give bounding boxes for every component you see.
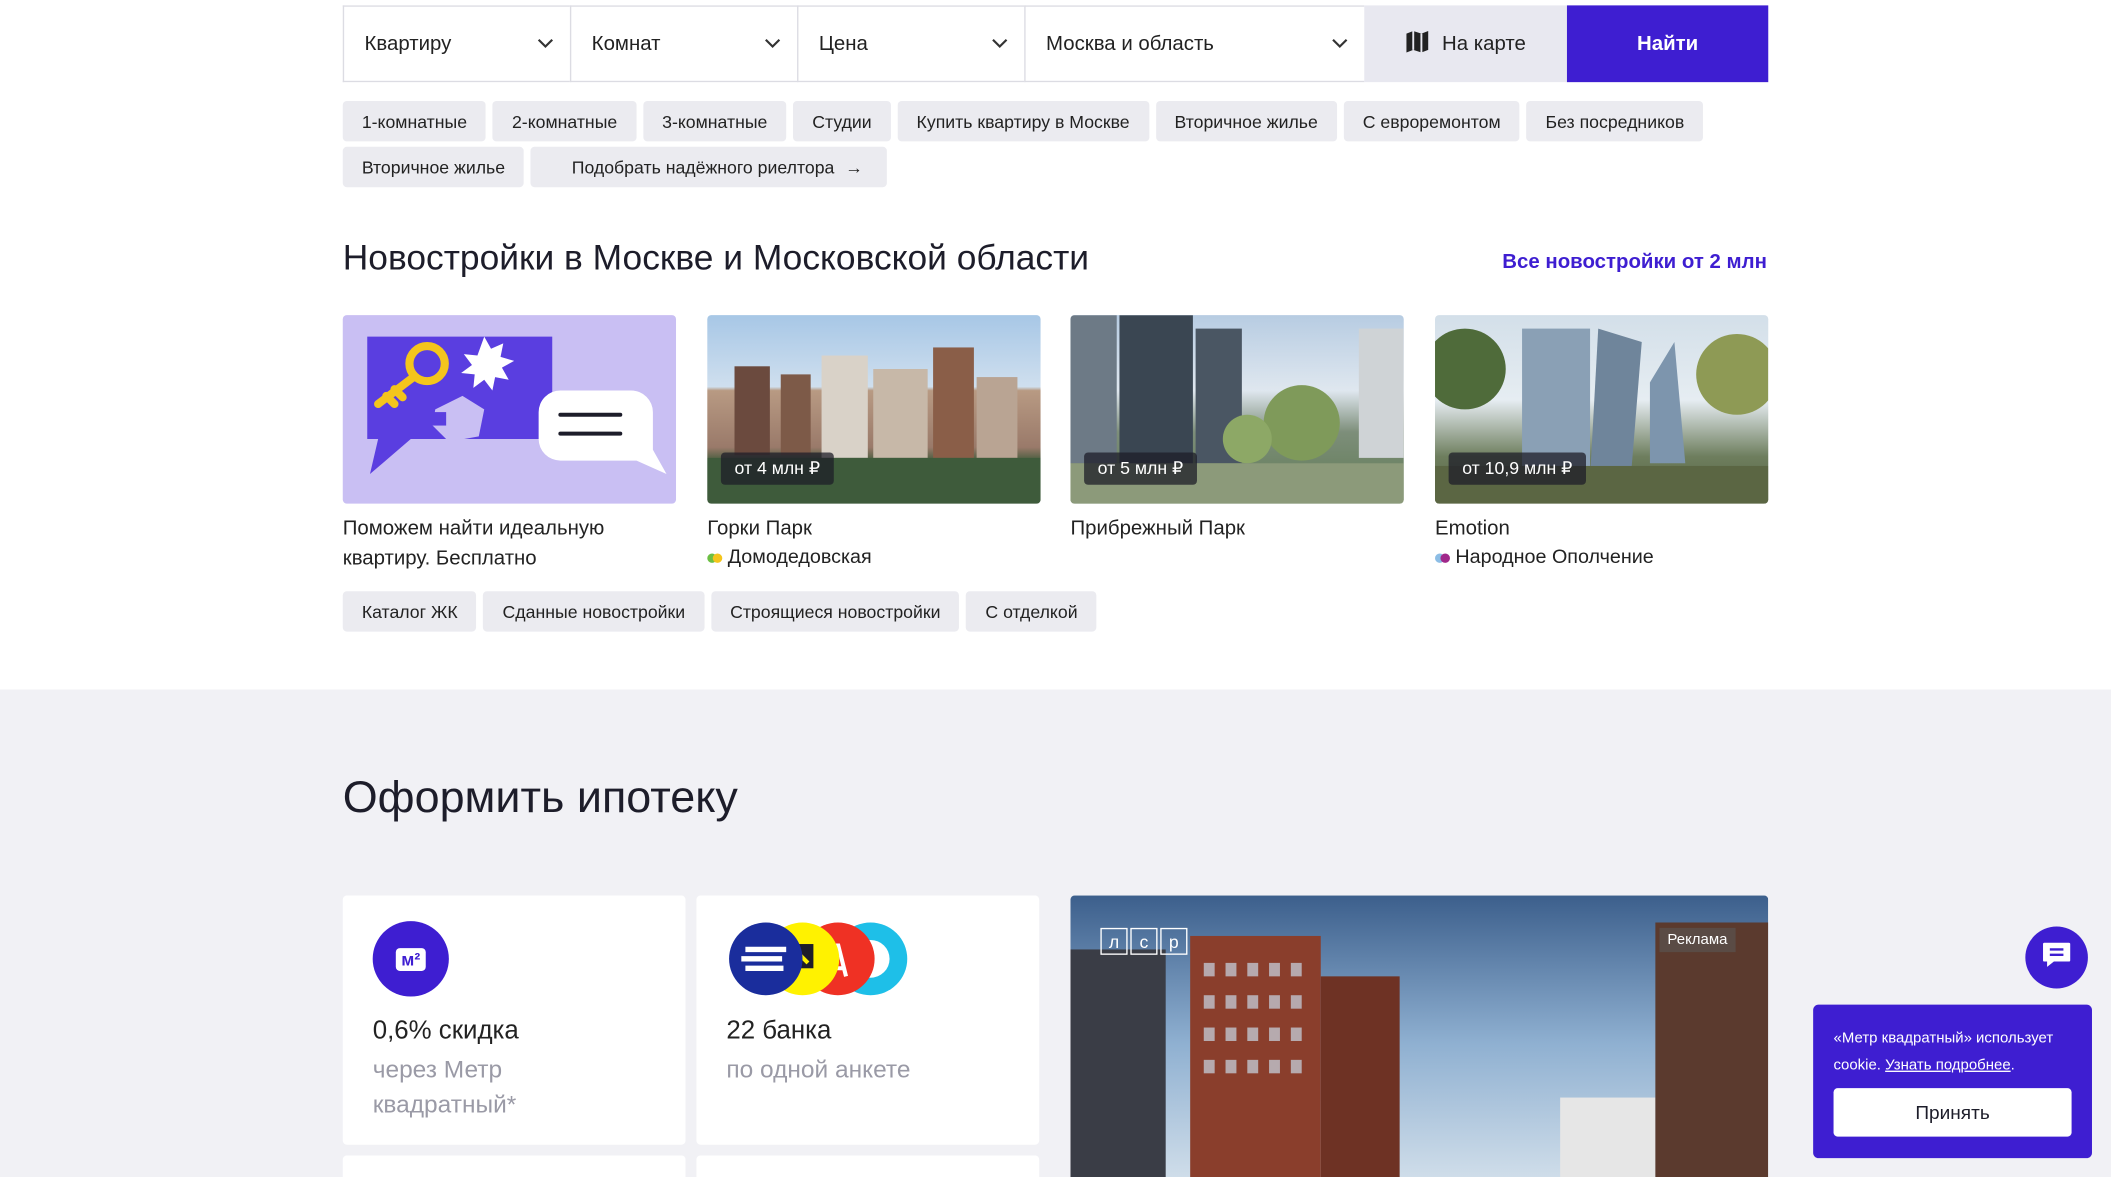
rooms-select[interactable]: Комнат xyxy=(569,5,798,83)
newbuild-name: Emotion xyxy=(1435,517,1510,541)
price-select[interactable]: Цена xyxy=(797,5,1025,83)
price-badge: от 10,9 млн ₽ xyxy=(1448,452,1587,485)
mortgage-section xyxy=(0,689,2111,1177)
metro-name: Народное Ополчение xyxy=(1455,546,1654,569)
chip-find-realtor[interactable]: Подобрать надёжного риелтора → xyxy=(530,146,888,188)
promo-text: Поможем найти идеальную квартиру. Беспла… xyxy=(342,517,605,570)
rooms-value: Комнат xyxy=(591,32,661,56)
find-realtor-label: Подобрать надёжного риелтора xyxy=(571,156,835,178)
map-icon xyxy=(1405,29,1429,59)
lsr-logo: л с р xyxy=(1100,927,1188,955)
newbuild-chips: Каталог ЖК Сданные новостройки Строящиес… xyxy=(342,591,1097,632)
property-type-select[interactable]: Квартиру xyxy=(342,5,570,83)
newbuilds-title: Новостройки в Москве и Московской област… xyxy=(342,237,1090,278)
promo-illustration xyxy=(342,315,677,504)
banks-logos-icon xyxy=(726,920,911,1005)
newbuild-card[interactable]: от 10,9 млн ₽ Emotion Народное Ополчение xyxy=(1435,315,1769,571)
mortgage-card-next[interactable] xyxy=(342,1155,686,1177)
quick-filters-row1: 1-комнатные 2-комнатные 3-комнатные Студ… xyxy=(342,101,1704,142)
chip-3-rooms[interactable]: 3-комнатные xyxy=(643,101,787,142)
metro-station: Домодедовская xyxy=(707,544,1040,571)
metr-logo-text: м² xyxy=(395,947,426,971)
chip-secondary-2[interactable]: Вторичное жилье xyxy=(342,146,525,188)
newbuild-card[interactable]: от 4 млн ₽ Горки Парк Домодедовская xyxy=(707,315,1041,571)
discount-title: 0,6% скидка xyxy=(372,1016,519,1046)
metro-line-icon xyxy=(1435,552,1450,563)
all-newbuilds-link[interactable]: Все новостройки от 2 млн xyxy=(1502,250,1767,273)
promo-card[interactable]: Поможем найти идеальную квартиру. Беспла… xyxy=(342,315,677,574)
mortgage-title: Оформить ипотеку xyxy=(342,771,738,822)
chip-1-rooms[interactable]: 1-комнатные xyxy=(342,101,487,142)
chip-with-finishing[interactable]: С отделкой xyxy=(966,591,1097,632)
chip-completed[interactable]: Сданные новостройки xyxy=(483,591,705,632)
mortgage-card-next[interactable] xyxy=(696,1155,1040,1177)
cookie-accept-button[interactable]: Принять xyxy=(1833,1088,2072,1137)
chip-buy-moscow[interactable]: Купить квартиру в Москве xyxy=(897,101,1149,142)
metro-name: Домодедовская xyxy=(727,546,872,569)
ad-label: Реклама xyxy=(1659,927,1736,953)
newbuild-card[interactable]: от 5 млн ₽ Прибрежный Парк xyxy=(1070,315,1404,544)
discount-subtitle: через Метр квадратный* xyxy=(372,1055,517,1118)
chat-button[interactable] xyxy=(2025,926,2088,989)
arrow-right-icon: → xyxy=(845,156,863,178)
banks-card[interactable]: 22 банка по одной анкете xyxy=(696,895,1040,1145)
metro-station: Народное Ополчение xyxy=(1435,544,1768,571)
quick-filters-row2: Вторичное жилье Подобрать надёжного риел… xyxy=(342,146,888,188)
newbuild-name: Горки Парк xyxy=(707,517,812,541)
chevron-down-icon xyxy=(992,37,1008,50)
metr-logo-icon: м² xyxy=(372,921,449,997)
ad-banner[interactable]: л с р Реклама xyxy=(1070,895,1769,1177)
map-button[interactable]: На карте xyxy=(1364,5,1567,83)
banks-title: 22 банка xyxy=(726,1016,832,1046)
price-badge: от 4 млн ₽ xyxy=(720,452,834,485)
chip-under-construction[interactable]: Строящиеся новостройки xyxy=(711,591,960,632)
discount-card[interactable]: м² 0,6% скидка через Метр квадратный* xyxy=(342,895,686,1145)
region-select[interactable]: Москва и область xyxy=(1024,5,1365,83)
region-value: Москва и область xyxy=(1045,32,1214,56)
newbuild-photo: от 10,9 млн ₽ xyxy=(1435,315,1769,504)
metro-line-icon xyxy=(707,552,723,563)
chip-euro-renovation[interactable]: С евроремонтом xyxy=(1343,101,1520,142)
cookie-banner: «Метр квадратный» использует cookie. Узн… xyxy=(1813,1004,2092,1159)
price-value: Цена xyxy=(818,32,868,56)
chat-icon xyxy=(2042,941,2072,975)
chevron-down-icon xyxy=(764,37,781,50)
chip-no-agents[interactable]: Без посредников xyxy=(1526,101,1704,142)
newbuild-photo: от 4 млн ₽ xyxy=(707,315,1041,504)
chip-secondary[interactable]: Вторичное жилье xyxy=(1155,101,1337,142)
banks-subtitle: по одной анкете xyxy=(726,1055,911,1083)
newbuild-photo: от 5 млн ₽ xyxy=(1070,315,1404,504)
map-button-label: На карте xyxy=(1442,32,1526,56)
chevron-down-icon xyxy=(1332,37,1348,50)
chip-catalog[interactable]: Каталог ЖК xyxy=(342,591,477,632)
newbuild-name: Прибрежный Парк xyxy=(1070,517,1245,541)
chevron-down-icon xyxy=(537,37,554,50)
price-badge: от 5 млн ₽ xyxy=(1084,452,1197,485)
search-bar: Квартиру Комнат Цена Москва и область На… xyxy=(342,5,1769,83)
chip-studios[interactable]: Студии xyxy=(793,101,891,142)
cookie-more-link[interactable]: Узнать подробнее xyxy=(1885,1057,2011,1073)
chip-2-rooms[interactable]: 2-комнатные xyxy=(492,101,637,142)
find-button[interactable]: Найти xyxy=(1566,5,1769,83)
property-type-value: Квартиру xyxy=(364,32,452,56)
